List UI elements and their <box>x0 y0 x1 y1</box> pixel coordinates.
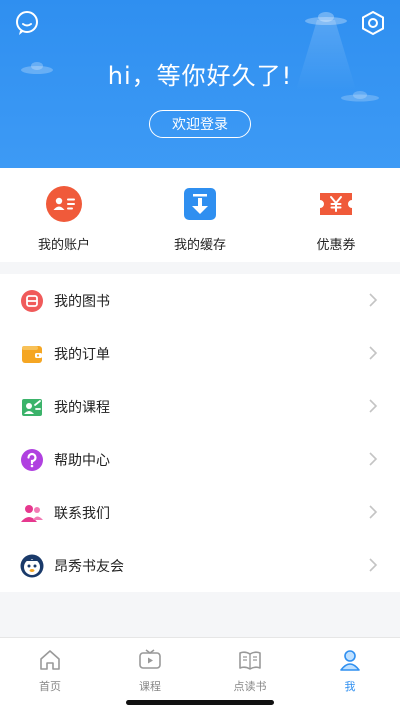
quick-actions: 我的账户 我的缓存 优惠券 <box>0 168 400 262</box>
login-button[interactable]: 欢迎登录 <box>149 110 251 138</box>
home-indicator <box>126 700 274 705</box>
chevron-right-icon <box>369 346 378 360</box>
help-icon <box>20 448 44 472</box>
menu-item-orders[interactable]: 我的订单 <box>0 327 400 380</box>
home-icon <box>40 650 60 670</box>
chevron-right-icon <box>369 399 378 413</box>
profile-header: hi，等你好久了! 欢迎登录 <box>0 0 400 168</box>
menu-item-books[interactable]: 我的图书 <box>0 274 400 327</box>
menu-item-club[interactable]: 昂秀书友会 <box>0 539 400 592</box>
club-avatar-icon <box>20 554 44 578</box>
menu-item-label: 联系我们 <box>54 505 110 522</box>
ufo-decoration <box>305 12 347 25</box>
wallet-icon <box>20 342 44 366</box>
cloud-decoration <box>341 91 379 102</box>
quick-coupon[interactable]: 优惠券 <box>290 168 382 262</box>
account-card-icon <box>46 186 82 222</box>
coupon-icon <box>318 186 354 222</box>
tab-label: 我 <box>344 680 356 693</box>
menu-item-label: 我的订单 <box>54 346 110 363</box>
menu-item-contact[interactable]: 联系我们 <box>0 486 400 539</box>
quick-cache-label: 我的缓存 <box>173 238 226 253</box>
download-icon <box>182 186 218 222</box>
video-icon <box>139 649 161 669</box>
tab-home[interactable]: 首页 <box>0 638 100 711</box>
chat-bubble-icon[interactable] <box>14 10 40 36</box>
menu-item-help[interactable]: 帮助中心 <box>0 433 400 486</box>
menu-item-label: 昂秀书友会 <box>54 558 124 575</box>
quick-coupon-label: 优惠券 <box>316 238 356 253</box>
menu-item-courses[interactable]: 我的课程 <box>0 380 400 433</box>
menu-list: 我的图书 我的订单 我的课程 帮助中心 联系我们 昂秀书友会 <box>0 274 400 592</box>
tab-label: 课程 <box>139 680 161 693</box>
open-book-icon <box>239 651 261 670</box>
tab-label: 首页 <box>39 680 61 693</box>
menu-item-label: 我的图书 <box>54 293 110 310</box>
chevron-right-icon <box>369 558 378 572</box>
chevron-right-icon <box>369 452 378 466</box>
hexagon-settings-icon[interactable] <box>360 10 386 36</box>
menu-item-label: 我的课程 <box>54 399 110 416</box>
menu-item-label: 帮助中心 <box>54 452 110 469</box>
greeting-text: hi，等你好久了! <box>107 62 293 90</box>
chevron-right-icon <box>369 505 378 519</box>
tab-label: 点读书 <box>233 680 267 693</box>
chevron-right-icon <box>369 293 378 307</box>
quick-cache[interactable]: 我的缓存 <box>154 168 246 262</box>
course-icon <box>20 395 44 419</box>
tab-me[interactable]: 我 <box>300 638 400 711</box>
contact-icon <box>20 501 44 525</box>
quick-account[interactable]: 我的账户 <box>18 168 110 262</box>
quick-account-label: 我的账户 <box>37 238 90 253</box>
user-icon <box>340 650 360 671</box>
book-icon <box>20 289 44 313</box>
